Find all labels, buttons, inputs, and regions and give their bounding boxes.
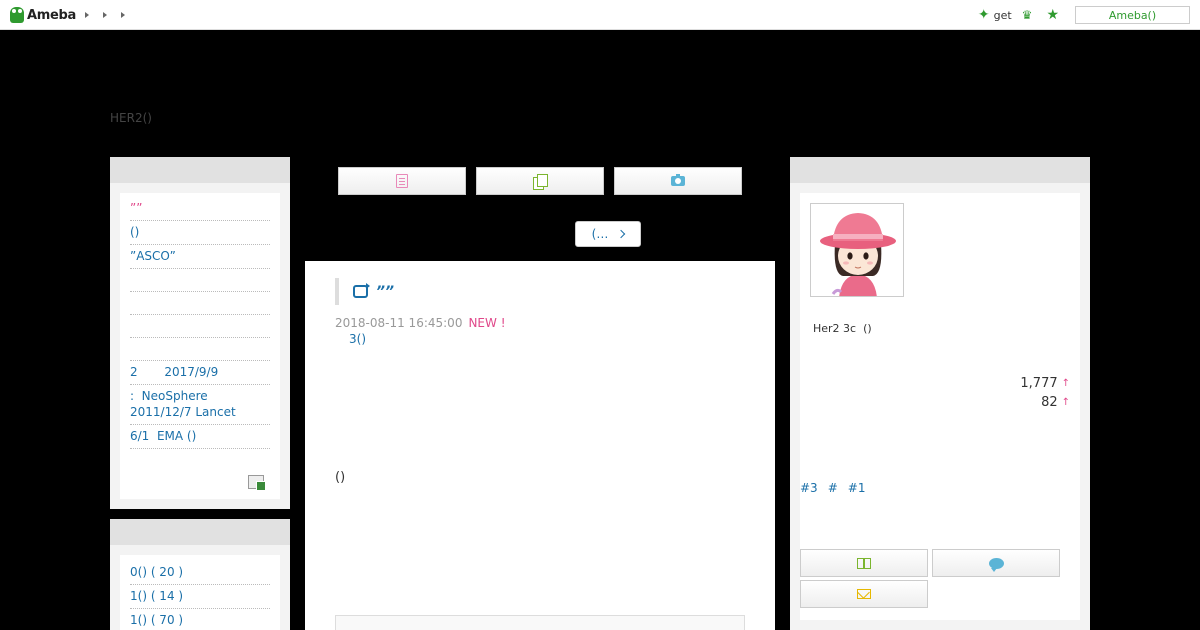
reader-register-button[interactable] (800, 549, 928, 577)
list-item[interactable]: 2 2017/9/9 (130, 361, 270, 385)
recent-entries-box: ”” () ”ASCO” 2 2017/9/9 : NeoSphere 2011… (110, 157, 290, 509)
box-header (790, 157, 1090, 183)
list-item[interactable] (130, 292, 270, 315)
breadcrumb-arrow-icon[interactable] (121, 12, 125, 18)
list-item[interactable] (130, 315, 270, 338)
sparkle-icon: ✦ (977, 7, 990, 23)
list-item[interactable] (130, 338, 270, 361)
profile-name: Her2 3c () (813, 322, 872, 335)
frog-logo-icon (10, 7, 24, 23)
crown-icon[interactable]: ♛ (1022, 8, 1033, 22)
article-datetime: 2018-08-11 16:45:00 (335, 316, 463, 330)
hashtag-list: #3 # #1 (800, 481, 865, 495)
stat-readers: 1,777 ↑ (1020, 376, 1070, 391)
themes-list: 0() ( 20 ) 1() ( 14 ) 1() ( 70 ) (120, 555, 280, 630)
get-label: get (993, 8, 1012, 22)
rss-icon[interactable] (248, 475, 266, 491)
profile-box: Her2 3c () 1,777 ↑ 82 ↑ #3 # #1 (790, 157, 1090, 630)
avatar[interactable] (810, 203, 904, 297)
list-item[interactable]: : NeoSphere 2011/12/7 Lancet (130, 385, 270, 425)
themes-box: 0() ( 20 ) 1() ( 14 ) 1() ( 70 ) (110, 519, 290, 630)
profile-body: Her2 3c () 1,777 ↑ 82 ↑ #3 # #1 (800, 193, 1080, 620)
copy-icon (533, 173, 548, 190)
blog-title[interactable]: HER2() (110, 111, 152, 125)
tab-photos[interactable] (614, 167, 742, 195)
ameba-login-button[interactable]: Ameba() (1075, 6, 1190, 24)
chevron-right-icon (617, 229, 626, 239)
article-title: ”” (335, 278, 394, 305)
tab-list[interactable] (476, 167, 604, 195)
article-title-text[interactable]: ”” (376, 284, 394, 300)
list-item[interactable]: 1() ( 70 ) (130, 609, 270, 630)
list-item[interactable]: () (130, 221, 270, 245)
ameba-logo[interactable]: Ameba (10, 6, 76, 24)
new-badge: NEW ! (468, 316, 506, 330)
stat-ranking: 82 ↑ (1041, 395, 1070, 410)
list-item[interactable]: 0() ( 20 ) (130, 561, 270, 585)
breadcrumb-arrow-icon[interactable] (85, 12, 89, 18)
camera-icon (671, 174, 685, 186)
list-item[interactable]: ”” (130, 197, 270, 221)
document-icon (396, 174, 408, 188)
get-link[interactable]: ✦ get (978, 7, 1012, 23)
top-right-menu: ✦ get ♛ ★ Ameba() (978, 0, 1200, 30)
book-icon (857, 557, 871, 569)
top-bar: Ameba ✦ get ♛ ★ Ameba() (0, 0, 1200, 30)
message-button[interactable] (932, 549, 1060, 577)
breadcrumb-arrow-icon[interactable] (103, 12, 107, 18)
mail-icon (857, 589, 871, 599)
tab-entries[interactable] (338, 167, 466, 195)
avatar-illustration (811, 204, 903, 296)
stat-value: 1,777 (1020, 376, 1058, 391)
list-item[interactable]: 1() ( 14 ) (130, 585, 270, 609)
box-body: 0() ( 20 ) 1() ( 14 ) 1() ( 70 ) (120, 555, 280, 630)
breadcrumb (85, 10, 125, 18)
reblog-icon (353, 283, 370, 298)
mail-button[interactable] (800, 580, 928, 608)
up-arrow-icon: ↑ (1061, 397, 1070, 408)
box-body: ”” () ”ASCO” 2 2017/9/9 : NeoSphere 2011… (120, 193, 280, 499)
recent-entries-list: ”” () ”ASCO” 2 2017/9/9 : NeoSphere 2011… (120, 193, 280, 449)
hashtag-link[interactable]: #1 (848, 481, 866, 495)
hashtag-link[interactable]: #3 (800, 481, 818, 495)
star-icon[interactable]: ★ (1046, 7, 1059, 23)
chat-icon (988, 557, 1004, 572)
up-arrow-icon: ↑ (1061, 378, 1070, 389)
next-label: (… (591, 227, 609, 241)
logo-text: Ameba (27, 7, 77, 23)
hashtag-link[interactable]: # (828, 481, 838, 495)
article-footer-box (335, 615, 745, 630)
box-header (110, 157, 290, 183)
article-theme-link[interactable]: 3() (349, 332, 366, 346)
stat-value: 82 (1041, 395, 1058, 410)
box-header (110, 519, 290, 545)
list-item[interactable]: ”ASCO” (130, 245, 270, 269)
article-meta: 2018-08-11 16:45:00 NEW ! (335, 316, 506, 330)
list-item[interactable]: 6/1 EMA () (130, 425, 270, 449)
article: ”” 2018-08-11 16:45:00 NEW ! 3() () (305, 261, 775, 630)
list-item[interactable] (130, 269, 270, 292)
next-entry-button[interactable]: (… (575, 221, 641, 247)
article-body: () (335, 470, 346, 485)
